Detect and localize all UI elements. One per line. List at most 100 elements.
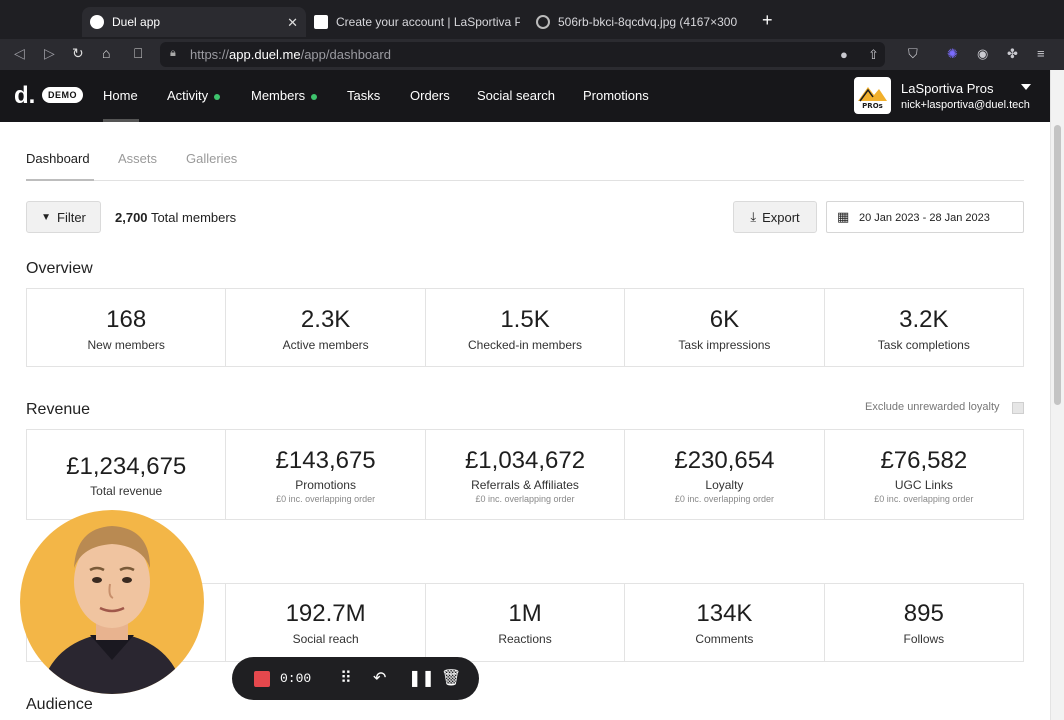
- tab-title: Duel app: [112, 15, 161, 29]
- revenue-title: Revenue: [26, 401, 91, 418]
- stat-card: 6K Task impressions: [625, 289, 825, 366]
- stat-label: Active members: [282, 338, 369, 352]
- page-scrollbar[interactable]: [1050, 70, 1064, 720]
- export-button[interactable]: ⤓ Export: [733, 201, 817, 233]
- stat-subtext: £0 inc. overlapping order: [874, 494, 974, 504]
- tab-dashboard[interactable]: Dashboard: [26, 151, 90, 166]
- nav-orders[interactable]: Orders: [410, 88, 450, 103]
- subtab-active-indicator: [26, 179, 94, 181]
- stat-card: £143,675 Promotions £0 inc. overlapping or…: [226, 430, 426, 519]
- stat-card: £76,582 UGC Links £0 inc. overlapping orde…: [825, 430, 1023, 519]
- extensions-puzzle-icon[interactable]: ✤: [1007, 46, 1018, 62]
- demo-badge: DEMO: [42, 87, 83, 103]
- account-avatar[interactable]: PROs: [854, 77, 891, 114]
- filter-label: Filter: [57, 209, 86, 225]
- screen-recorder-bar: 0:00 ⠿ ↶ ❚❚ 🗑︎: [232, 657, 479, 700]
- stat-card: 1.5K Checked-in members: [426, 289, 626, 366]
- new-tab-icon[interactable]: +: [762, 10, 773, 31]
- filter-button[interactable]: ▼ Filter: [26, 201, 101, 233]
- brave-shield-icon[interactable]: ⛉: [908, 46, 918, 62]
- stat-label: Total revenue: [90, 484, 163, 498]
- stat-value: £230,654: [674, 447, 775, 474]
- account-name[interactable]: LaSportiva Pros: [901, 81, 994, 96]
- stat-value: £143,675: [275, 447, 376, 474]
- nav-tasks[interactable]: Tasks: [347, 88, 380, 103]
- stat-value: £1,034,672: [464, 447, 586, 474]
- nav-social-search[interactable]: Social search: [477, 88, 555, 103]
- stat-value: 1.5K: [500, 306, 550, 333]
- tab-galleries[interactable]: Galleries: [186, 151, 237, 166]
- stop-recording-button[interactable]: [254, 671, 270, 687]
- svg-text:PROs: PROs: [862, 102, 883, 110]
- nav-activity[interactable]: Activity: [167, 88, 221, 103]
- total-members: 2,700 Total members: [115, 210, 237, 225]
- stat-card: £230,654 Loyalty £0 inc. overlapping order: [625, 430, 825, 519]
- stat-card: 3.2K Task completions: [825, 289, 1023, 366]
- stat-value: 1M: [508, 600, 542, 627]
- exclude-loyalty-label: Exclude unrewarded loyalty: [865, 401, 1000, 413]
- activity-status-dot: [214, 93, 221, 100]
- undo-icon[interactable]: ↶: [373, 668, 386, 688]
- stat-value: 2.3K: [300, 306, 351, 333]
- mic-icon[interactable]: ●: [840, 47, 848, 62]
- stat-subtext: £0 inc. overlapping order: [674, 494, 774, 504]
- extension-1-icon[interactable]: ✺: [947, 46, 958, 62]
- menu-icon[interactable]: ≡: [1037, 46, 1045, 61]
- nav-members[interactable]: Members: [251, 88, 318, 103]
- bookmark-icon[interactable]: ⎕: [134, 45, 142, 62]
- close-tab-icon[interactable]: ✕: [287, 15, 298, 31]
- tab-title: Create your account | LaSportiva Pr: [336, 15, 520, 29]
- stat-value: 192.7M: [285, 600, 366, 627]
- browser-tab-image[interactable]: 506rb-bkci-8qcdvq.jpg (4167×300: [528, 7, 750, 37]
- subtab-divider: [26, 180, 1024, 181]
- stat-label: Loyalty: [705, 478, 744, 492]
- mountain-favicon-icon: [314, 15, 328, 29]
- browser-tab-bar: Duel app ✕ Create your account | LaSport…: [0, 0, 1064, 39]
- extension-2-icon[interactable]: ◉: [977, 46, 988, 62]
- pause-icon[interactable]: ❚❚: [408, 668, 435, 688]
- grid-drag-icon[interactable]: ⠿: [340, 668, 352, 688]
- home-icon[interactable]: ⌂: [102, 45, 110, 61]
- date-range-text: 20 Jan 2023 - 28 Jan 2023: [859, 212, 990, 224]
- back-icon[interactable]: ◁: [14, 45, 25, 62]
- reload-icon[interactable]: ↻: [72, 45, 84, 62]
- overview-stats: 168 New members 2.3K Active members 1.5K Ch…: [26, 288, 1024, 367]
- app-header: d. DEMO Home Activity Members Tasks Orde…: [0, 70, 1050, 122]
- address-bar[interactable]: 🔒︎ https://app.duel.me/app/dashboard ● ⇧: [160, 42, 885, 67]
- revenue-stats: £1,234,675 Total revenue £143,675 Promotio…: [26, 429, 1024, 520]
- lock-icon: 🔒︎: [170, 47, 176, 59]
- browser-tab-lasportiva[interactable]: Create your account | LaSportiva Pr: [306, 7, 528, 37]
- overview-title: Overview: [26, 260, 93, 277]
- stat-card: 168 New members: [27, 289, 227, 366]
- forward-icon[interactable]: ▷: [44, 45, 55, 62]
- presenter-illustration: [40, 526, 184, 694]
- nav-home[interactable]: Home: [103, 88, 138, 103]
- date-range-picker[interactable]: ▦ 20 Jan 2023 - 28 Jan 2023: [826, 201, 1024, 233]
- nav-promotions[interactable]: Promotions: [583, 88, 649, 103]
- share-icon[interactable]: ⇧: [868, 47, 879, 63]
- stat-value: £1,234,675: [66, 453, 187, 480]
- tab-assets[interactable]: Assets: [118, 151, 157, 166]
- stat-label: New members: [87, 338, 165, 352]
- stat-value: 134K: [696, 600, 753, 627]
- stat-value: £76,582: [880, 447, 968, 474]
- tab-title: 506rb-bkci-8qcdvq.jpg (4167×300: [558, 15, 738, 29]
- duel-logo[interactable]: d.: [14, 84, 35, 108]
- stat-value: 168: [106, 306, 147, 333]
- export-label: Export: [762, 209, 800, 225]
- stat-card: 192.7M Social reach: [226, 584, 426, 661]
- stat-card: 1M Reactions: [426, 584, 626, 661]
- stat-label: Checked-in members: [467, 338, 583, 352]
- stat-value: 3.2K: [899, 306, 949, 333]
- presenter-avatar[interactable]: [20, 510, 204, 694]
- trash-icon[interactable]: 🗑︎: [441, 668, 461, 688]
- stat-label: Social reach: [292, 632, 359, 646]
- lasportiva-logo-icon: PROs: [858, 87, 887, 110]
- exclude-loyalty-checkbox[interactable]: [1012, 402, 1024, 414]
- stat-value: 895: [903, 600, 944, 627]
- browser-tab-duel[interactable]: Duel app ✕: [82, 7, 306, 37]
- stat-card: 134K Comments: [625, 584, 825, 661]
- filter-icon: ▼: [41, 211, 51, 223]
- scrollbar-thumb[interactable]: [1054, 125, 1061, 405]
- account-dropdown-icon[interactable]: [1021, 84, 1031, 90]
